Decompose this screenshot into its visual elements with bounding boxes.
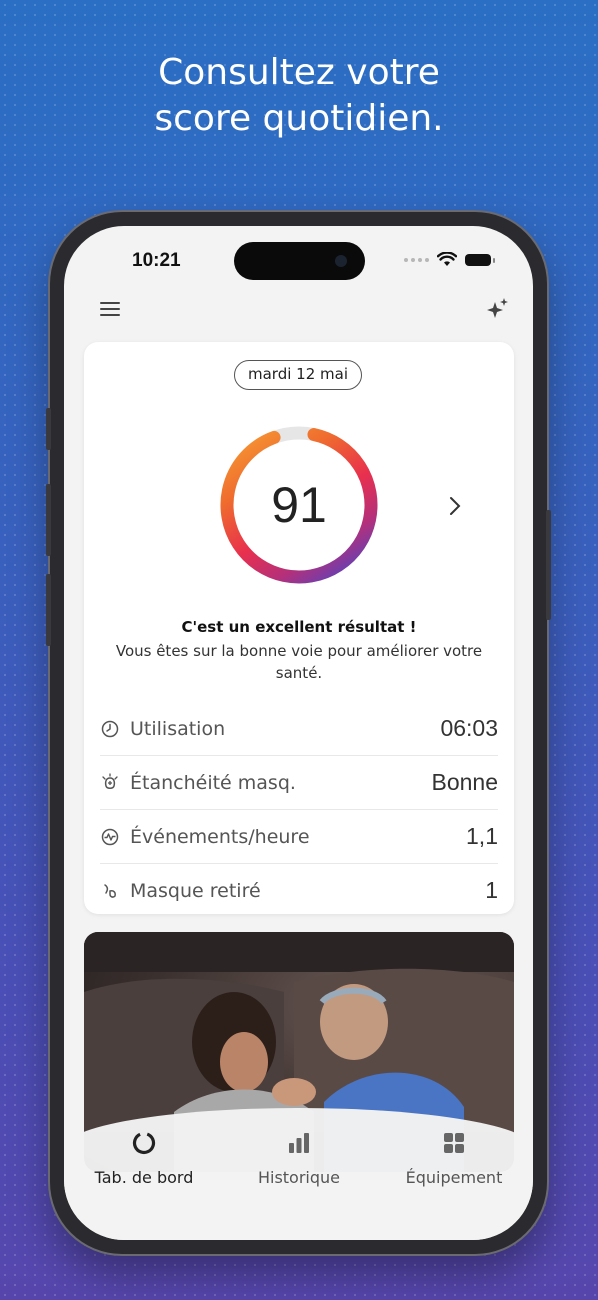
battery-icon (465, 253, 495, 266)
phone-power-button (546, 510, 551, 620)
hamburger-menu-icon[interactable] (100, 300, 122, 318)
score-message-title: C'est un excellent résultat ! (181, 618, 417, 636)
metric-value: 1 (485, 877, 498, 903)
daily-score-value: 91 (271, 477, 327, 533)
tab-equipment[interactable]: Équipement (376, 1130, 532, 1187)
metric-row-mask-removed: Masque retiré 1 (100, 864, 498, 917)
tab-dashboard[interactable]: Tab. de bord (66, 1130, 222, 1187)
tab-label: Tab. de bord (94, 1168, 194, 1187)
phone-volume-up-button (46, 484, 51, 556)
wifi-icon (437, 252, 457, 266)
signal-icon (404, 257, 429, 262)
metric-label: Masque retiré (130, 879, 261, 902)
bottom-tab-bar: Tab. de bord Historique Équipement (64, 1108, 533, 1240)
metric-value: 1,1 (466, 823, 498, 849)
tab-label: Équipement (405, 1168, 503, 1187)
mask-removed-icon (100, 881, 120, 901)
tab-label: Historique (257, 1168, 341, 1187)
metric-label: Événements/heure (130, 825, 310, 848)
metric-label: Utilisation (130, 717, 226, 740)
sparkle-icon[interactable] (485, 296, 511, 322)
clock-icon (100, 719, 120, 739)
pulse-icon (100, 827, 120, 847)
status-time: 10:21 (132, 250, 181, 271)
metric-row-usage: Utilisation 06:03 (100, 702, 498, 756)
bar-chart-icon (289, 1133, 309, 1153)
metric-value: 06:03 (440, 715, 498, 741)
chevron-right-icon[interactable] (448, 494, 462, 518)
date-selector[interactable]: mardi 12 mai (234, 360, 362, 390)
metric-value: Bonne (431, 769, 498, 795)
metric-row-events: Événements/heure 1,1 (100, 810, 498, 864)
headline-line-1: Consultez votre (158, 52, 440, 93)
dashboard-ring-icon (132, 1131, 156, 1155)
score-message-body: Vous êtes sur la bonne voie pour amélior… (115, 642, 483, 682)
tab-history[interactable]: Historique (221, 1130, 377, 1187)
grid-icon (444, 1133, 464, 1153)
headline-line-2: score quotidien. (154, 98, 444, 139)
metrics-list: Utilisation 06:03 Étanchéité masq. Bonne… (100, 702, 498, 917)
metric-label: Étanchéité masq. (130, 771, 296, 794)
mask-seal-icon (100, 772, 120, 793)
status-icons (404, 252, 495, 267)
phone-screen: 10:21 mardi 12 mai 91 C'est un excellent… (64, 226, 533, 1240)
phone-volume-down-button (46, 574, 51, 646)
phone-side-button (46, 408, 51, 450)
daily-score-card: mardi 12 mai 91 C'est un excellent résul… (84, 342, 514, 914)
dynamic-island (234, 242, 365, 280)
promo-headline: Consultez votre score quotidien. (0, 50, 598, 142)
metric-row-mask-seal: Étanchéité masq. Bonne (100, 756, 498, 810)
